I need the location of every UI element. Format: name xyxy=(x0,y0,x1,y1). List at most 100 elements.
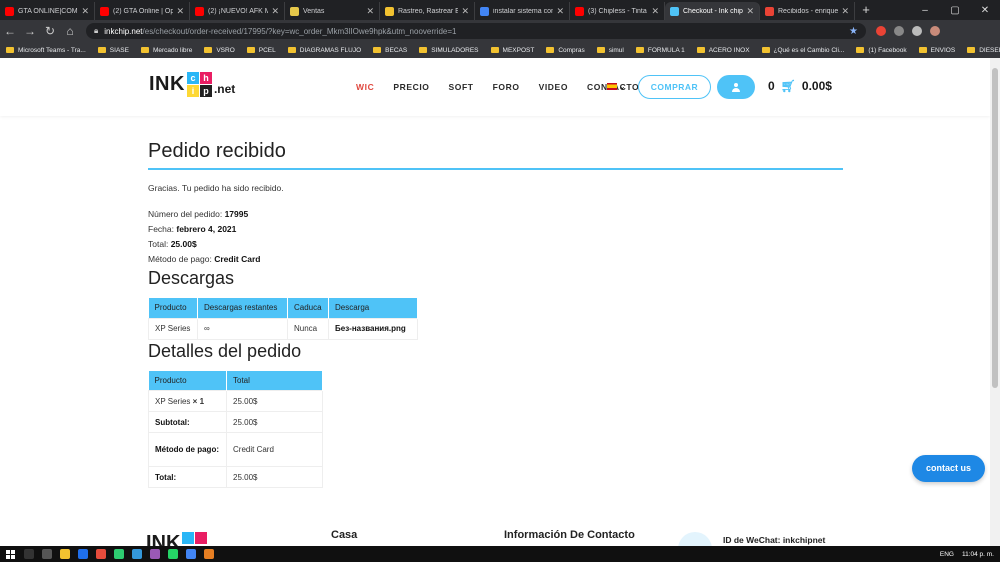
home-icon[interactable]: ⌂ xyxy=(60,24,80,38)
extension-icon[interactable] xyxy=(894,26,904,36)
bookmark-item[interactable]: Mercado libre xyxy=(140,47,192,54)
bookmark-item[interactable]: ¿Qué es el Cambio Cli... xyxy=(761,47,844,54)
column-header: Caduca xyxy=(287,298,329,318)
tray-lang[interactable]: ENG xyxy=(940,551,954,558)
chrome-icon[interactable] xyxy=(186,549,196,559)
task-view-icon[interactable] xyxy=(42,549,52,559)
folder-icon xyxy=(856,47,865,53)
bookmark-item[interactable]: SIASE xyxy=(97,47,129,54)
bookmark-item[interactable]: ENVIOS xyxy=(918,47,955,54)
tab-label: GTA ONLINE|COMO xyxy=(18,7,79,15)
folder-icon xyxy=(635,47,644,53)
folder-icon xyxy=(967,47,976,53)
file-explorer-icon[interactable] xyxy=(60,549,70,559)
close-tab-icon[interactable]: ✕ xyxy=(271,6,279,17)
minimize-button[interactable]: – xyxy=(910,2,940,20)
forward-icon[interactable]: → xyxy=(20,24,40,38)
close-window-button[interactable]: ✕ xyxy=(970,2,1000,20)
account-button[interactable] xyxy=(717,75,755,99)
contact-us-button[interactable]: contact us xyxy=(912,455,985,482)
browser-tab[interactable]: (2) ¡NUEVO! AFK M ✕ xyxy=(190,2,285,20)
close-tab-icon[interactable]: ✕ xyxy=(176,6,184,17)
page-scrollbar[interactable] xyxy=(990,58,1000,546)
nav-precio[interactable]: PRECIO xyxy=(393,82,429,92)
browser-tab[interactable]: (3) Chipless - Tinta ✕ xyxy=(570,2,665,20)
favicon-icon xyxy=(480,6,489,16)
bookmark-item[interactable]: VSRO xyxy=(204,47,235,54)
profile-avatar[interactable] xyxy=(930,26,940,36)
main-nav: WIC PRECIO SOFT FORO VIDEO CONTACTO xyxy=(356,82,639,92)
windows-start-icon[interactable] xyxy=(0,546,20,562)
app-icon[interactable] xyxy=(78,549,88,559)
app-icon[interactable] xyxy=(114,549,124,559)
bookmark-item[interactable]: MEXPOST xyxy=(490,47,534,54)
bookmark-star-icon[interactable]: ★ xyxy=(849,26,858,37)
order-number: Número del pedido: 17995 xyxy=(148,209,249,219)
app-icon[interactable] xyxy=(96,549,106,559)
bookmark-item[interactable]: PCEL xyxy=(246,47,276,54)
close-tab-icon[interactable]: ✕ xyxy=(366,6,374,17)
maximize-button[interactable]: ▢ xyxy=(940,2,970,20)
tab-label: instalar sistema con xyxy=(493,7,554,15)
folder-icon xyxy=(97,47,106,53)
browser-tab[interactable]: (2) GTA Online | Op ✕ xyxy=(95,2,190,20)
footer-logo[interactable]: INK xyxy=(146,532,208,546)
browser-tab[interactable]: Ventas ✕ xyxy=(285,2,380,20)
favicon-icon xyxy=(5,6,14,16)
close-tab-icon[interactable]: ✕ xyxy=(651,6,659,17)
bookmark-item[interactable]: DIAGRAMAS FLUJO xyxy=(287,47,361,54)
column-header: Total xyxy=(226,370,323,391)
table-row: Método de pago: Credit Card xyxy=(148,432,323,467)
bookmark-item[interactable]: BECAS xyxy=(373,47,407,54)
bookmark-item[interactable]: (1) Facebook xyxy=(856,47,907,54)
buy-button[interactable]: COMPRAR xyxy=(638,75,711,99)
bookmark-item[interactable]: Microsoft Teams - Tra... xyxy=(6,47,86,54)
search-icon[interactable] xyxy=(24,549,34,559)
tray-clock[interactable]: 11:04 p. m. xyxy=(962,551,994,558)
close-tab-icon[interactable]: ✕ xyxy=(556,6,564,17)
close-tab-icon[interactable]: ✕ xyxy=(461,6,469,17)
language-selector[interactable]: ⌄ xyxy=(607,82,626,91)
window-controls: – ▢ ✕ xyxy=(910,2,1000,20)
url-input[interactable]: 🔒︎ inkchip.net /es/checkout/order-receiv… xyxy=(86,23,866,39)
app-icon[interactable] xyxy=(150,549,160,559)
bookmark-item[interactable]: DIESEL xyxy=(967,47,1000,54)
spain-flag-icon xyxy=(607,83,617,90)
app-icon[interactable] xyxy=(132,549,142,559)
download-link[interactable]: Без-названия.png xyxy=(328,317,418,340)
tab-label: (2) ¡NUEVO! AFK M xyxy=(208,7,269,15)
new-tab-button[interactable]: + xyxy=(855,2,877,20)
browser-tab[interactable]: instalar sistema con ✕ xyxy=(475,2,570,20)
product-link[interactable]: XP Series xyxy=(155,397,190,406)
column-header: Descargas restantes xyxy=(197,298,288,318)
scrollbar-thumb[interactable] xyxy=(992,68,998,388)
extension-icon[interactable] xyxy=(876,26,886,36)
thanks-message: Gracias. Tu pedido ha sido recibido. xyxy=(148,183,284,193)
site-logo[interactable]: INK c h i p .net xyxy=(149,72,235,97)
column-header: Producto xyxy=(148,370,227,391)
close-tab-icon[interactable]: ✕ xyxy=(746,6,754,17)
nav-soft[interactable]: SOFT xyxy=(449,82,474,92)
folder-icon xyxy=(918,47,927,53)
bookmark-item[interactable]: SIMULADORES xyxy=(419,47,479,54)
app-icon[interactable] xyxy=(204,549,214,559)
bookmark-item[interactable]: simul xyxy=(596,47,624,54)
browser-tab[interactable]: Checkout - Ink chip ✕ xyxy=(665,2,760,20)
back-icon[interactable]: ← xyxy=(0,24,20,38)
reload-icon[interactable]: ↻ xyxy=(40,24,60,38)
nav-foro[interactable]: FORO xyxy=(493,82,520,92)
close-tab-icon[interactable]: ✕ xyxy=(841,6,849,17)
bookmark-item[interactable]: FORMULA 1 xyxy=(635,47,685,54)
browser-tab[interactable]: Recibidos - enrique ✕ xyxy=(760,2,855,20)
close-tab-icon[interactable]: ✕ xyxy=(81,6,89,17)
whatsapp-icon[interactable] xyxy=(168,549,178,559)
footer-contact-heading: Información De Contacto xyxy=(504,529,635,541)
browser-tab[interactable]: GTA ONLINE|COMO ✕ xyxy=(0,2,95,20)
puzzle-icon[interactable] xyxy=(912,26,922,36)
cart[interactable]: 0 🛒︎ 0.00$ xyxy=(768,79,832,93)
bookmark-item[interactable]: ACERO INOX xyxy=(696,47,750,54)
bookmark-item[interactable]: Compras xyxy=(546,47,585,54)
nav-video[interactable]: VIDEO xyxy=(539,82,568,92)
nav-wic[interactable]: WIC xyxy=(356,82,374,92)
browser-tab[interactable]: Rastreo, Rastrear En ✕ xyxy=(380,2,475,20)
